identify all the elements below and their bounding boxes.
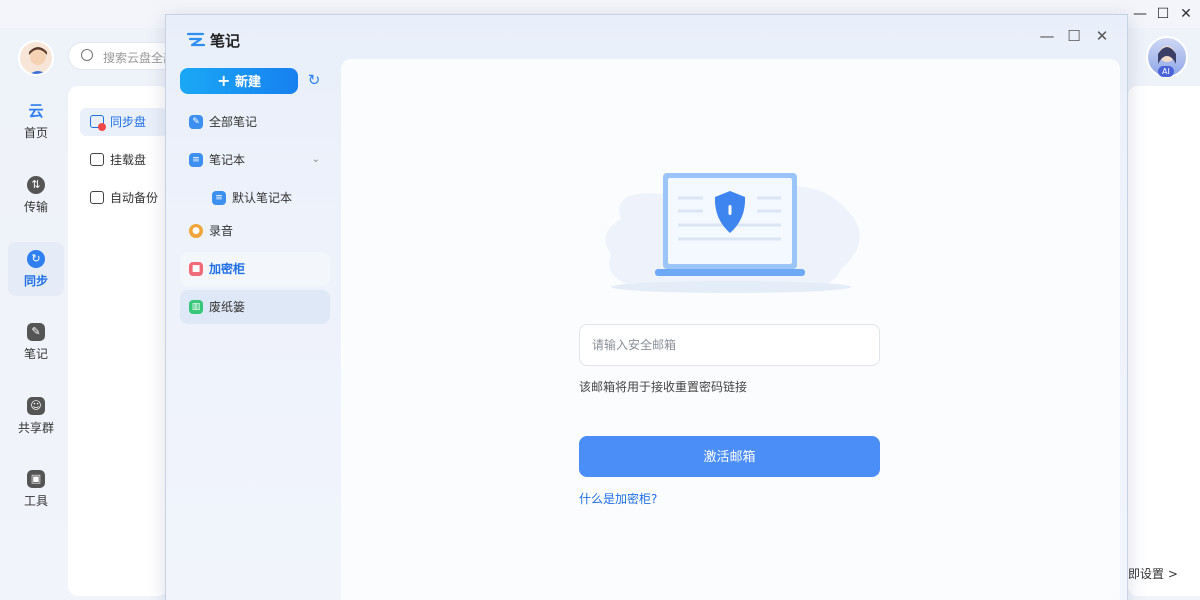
subnav-auto-backup[interactable]: 自动备份 [80, 184, 168, 212]
sidebar-item-default-notebook[interactable]: ≡ 默认笔记本 [203, 181, 330, 215]
subnav-sync-disk-label: 同步盘 [110, 115, 147, 129]
transfer-icon: ⇅ [27, 176, 45, 194]
note-icon: ✎ [27, 323, 45, 341]
sidebar-item-label: 加密柜 [209, 262, 246, 276]
secure-laptop-illustration [605, 173, 860, 293]
sidebar-item-label: 笔记本 [209, 153, 246, 167]
subnav-mount-disk[interactable]: 挂载盘 [80, 146, 168, 174]
sidebar-item-label: 全部笔记 [209, 115, 258, 129]
main-minimize-button[interactable]: — [1132, 6, 1148, 22]
nav-sync[interactable]: ↻ 同步 [8, 242, 64, 296]
user-avatar[interactable] [18, 40, 54, 76]
search-icon [81, 49, 93, 61]
share-group-icon: ☺ [27, 397, 45, 415]
nav-tools-label: 工具 [23, 494, 48, 508]
locker-setup-panel: 该邮箱将用于接收重置密码链接 激活邮箱 什么是加密柜? [341, 59, 1120, 600]
notes-logo-icon [186, 32, 206, 47]
sidebar-item-trash[interactable]: ▥ 废纸篓 [180, 290, 330, 324]
sidebar-item-label: 默认笔记本 [232, 191, 293, 205]
refresh-icon[interactable]: ↻ [306, 72, 322, 88]
subnav-sync-disk[interactable]: 同步盘 [80, 108, 168, 136]
notification-dot [98, 123, 106, 131]
what-is-locker-link[interactable]: 什么是加密柜? [579, 490, 657, 507]
nav-home-label: 首页 [23, 126, 48, 140]
notes-window: 笔记 — ☐ ✕ + 新建 ↻ ✎ 全部笔记 ≡ 笔记本 ⌄ ≡ 默认笔记本 ●… [165, 14, 1128, 600]
sidebar-item-locker[interactable]: ■ 加密柜 [180, 252, 330, 286]
cloud-logo-icon: 云 [28, 102, 44, 120]
nav-notes[interactable]: ✎ 笔记 [8, 321, 64, 367]
sync-icon: ↻ [27, 250, 45, 268]
main-content-area [1128, 86, 1200, 596]
main-close-button[interactable]: ✕ [1178, 6, 1194, 22]
ai-badge: AI [1158, 66, 1174, 77]
nav-share-group[interactable]: ☺ 共享群 [8, 395, 64, 441]
all-notes-icon: ✎ [189, 115, 203, 129]
security-email-input[interactable] [579, 324, 880, 366]
main-search-box[interactable]: 搜索云盘全部 [68, 42, 178, 70]
sidebar-item-label: 废纸篓 [209, 300, 246, 314]
notes-close-button[interactable]: ✕ [1093, 27, 1111, 45]
sidebar-item-notebook[interactable]: ≡ 笔记本 ⌄ [180, 143, 330, 177]
nav-notes-label: 笔记 [23, 347, 48, 361]
nav-sync-label: 同步 [23, 274, 48, 288]
nav-transfer[interactable]: ⇅ 传输 [8, 174, 64, 220]
notes-window-title: 笔记 [210, 32, 241, 50]
record-icon: ● [189, 224, 203, 238]
activate-email-button[interactable]: 激活邮箱 [579, 436, 880, 477]
notes-maximize-button[interactable]: ☐ [1065, 27, 1083, 45]
subnav-mount-disk-label: 挂载盘 [110, 153, 147, 167]
mount-disk-icon [90, 153, 104, 166]
notebook-icon: ≡ [189, 153, 203, 167]
sidebar-item-label: 录音 [209, 224, 234, 238]
main-maximize-button[interactable]: ☐ [1155, 6, 1171, 22]
settings-link[interactable]: 即设置 > [1128, 565, 1178, 582]
subnav-auto-backup-label: 自动备份 [110, 191, 159, 205]
notebook-icon: ≡ [212, 191, 226, 205]
backup-icon [90, 191, 104, 204]
notes-minimize-button[interactable]: — [1038, 27, 1056, 45]
plus-icon: + [217, 71, 231, 90]
nav-share-group-label: 共享群 [17, 421, 54, 435]
nav-tools[interactable]: ▣ 工具 [8, 468, 64, 514]
avatar-image [29, 47, 47, 74]
nav-transfer-label: 传输 [23, 200, 48, 214]
sidebar-item-recording[interactable]: ● 录音 [180, 214, 330, 248]
sidebar-item-all-notes[interactable]: ✎ 全部笔记 [180, 105, 330, 139]
new-note-button[interactable]: + 新建 [180, 68, 298, 94]
trash-icon: ▥ [189, 300, 203, 314]
nav-home[interactable]: 云 首页 [8, 100, 64, 146]
new-note-label: 新建 [234, 75, 261, 90]
tools-icon: ▣ [27, 470, 45, 488]
lock-icon: ■ [189, 262, 203, 276]
chevron-down-icon[interactable]: ⌄ [312, 143, 320, 177]
email-hint-text: 该邮箱将用于接收重置密码链接 [579, 380, 748, 394]
